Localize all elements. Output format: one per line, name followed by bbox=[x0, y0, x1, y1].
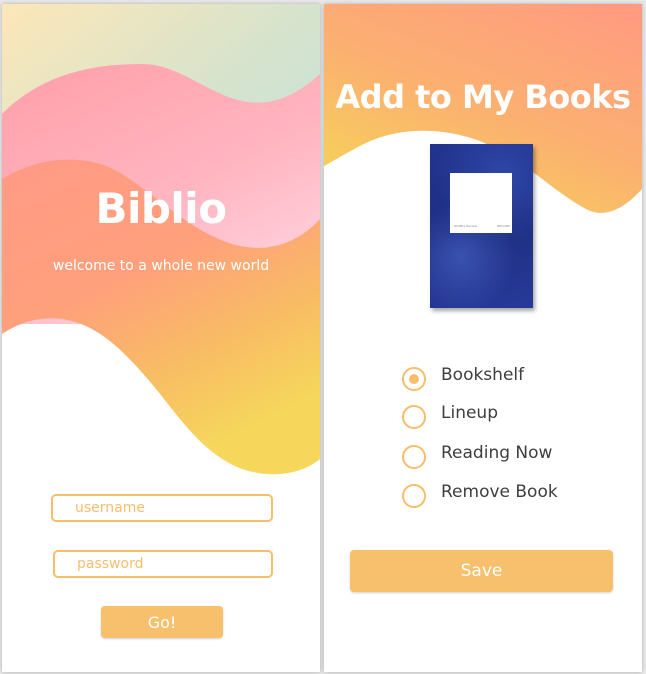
radio-label: Lineup bbox=[441, 403, 498, 423]
go-button[interactable]: Go! bbox=[101, 606, 223, 638]
book-cover-author-text: Wildfire Review bbox=[454, 224, 478, 228]
login-screen: Biblio welcome to a whole new world Go! bbox=[2, 4, 320, 672]
radio-button-selected[interactable] bbox=[402, 367, 426, 391]
book-cover-image: Wildfire Review RECORD bbox=[430, 144, 533, 308]
radio-button[interactable] bbox=[402, 484, 426, 508]
radio-option-lineup[interactable]: Lineup bbox=[402, 403, 622, 431]
password-field[interactable] bbox=[53, 550, 273, 578]
radio-label: Remove Book bbox=[441, 482, 558, 502]
radio-button[interactable] bbox=[402, 445, 426, 469]
radio-selected-dot bbox=[409, 374, 419, 384]
radio-option-remove-book[interactable]: Remove Book bbox=[402, 482, 622, 510]
add-to-books-screen: Add to My Books Wildfire Review RECORD B… bbox=[324, 4, 642, 672]
radio-label: Bookshelf bbox=[441, 365, 525, 385]
radio-option-bookshelf[interactable]: Bookshelf bbox=[402, 365, 622, 393]
app-title: Biblio bbox=[95, 184, 227, 233]
radio-button[interactable] bbox=[402, 405, 426, 429]
radio-label: Reading Now bbox=[441, 443, 553, 463]
app-subtitle: welcome to a whole new world bbox=[52, 258, 270, 274]
save-button[interactable]: Save bbox=[350, 550, 613, 592]
radio-option-reading-now[interactable]: Reading Now bbox=[402, 443, 622, 471]
book-cover-label: Wildfire Review RECORD bbox=[450, 173, 512, 233]
page-title: Add to My Books bbox=[335, 78, 631, 116]
book-cover-title-text: RECORD bbox=[497, 224, 510, 228]
username-field[interactable] bbox=[51, 494, 273, 522]
